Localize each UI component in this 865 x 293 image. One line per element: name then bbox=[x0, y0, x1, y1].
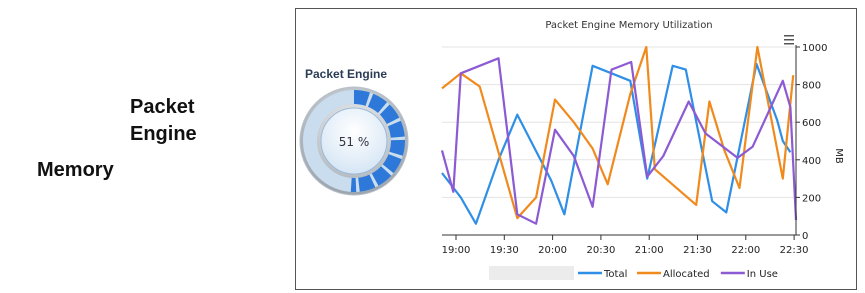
x-tick-label: 19:00 bbox=[442, 245, 471, 256]
x-tick-label: 20:00 bbox=[538, 245, 567, 256]
legend-label[interactable]: In Use bbox=[747, 269, 778, 280]
legend-label[interactable]: Total bbox=[603, 269, 627, 280]
menu-lines-icon[interactable] bbox=[784, 35, 794, 45]
chart-title: Packet Engine Memory Utilization bbox=[545, 20, 712, 31]
x-tick-label: 22:30 bbox=[780, 245, 809, 256]
memory-line-chart: Packet Engine Memory Utilization 0 200 400… bbox=[440, 20, 844, 280]
section-title-line-3: Memory bbox=[37, 159, 114, 181]
series-line-total[interactable] bbox=[441, 62, 792, 225]
y-tick-label: 0 bbox=[802, 231, 808, 242]
series-line-allocated[interactable] bbox=[441, 45, 795, 220]
legend-label[interactable]: Allocated bbox=[663, 269, 710, 280]
x-axis: 19:00 19:30 20:00 20:30 21:00 21:30 22:00 22:30 bbox=[442, 234, 809, 256]
x-tick-label: 20:30 bbox=[586, 245, 615, 256]
x-tick-label: 19:30 bbox=[490, 245, 519, 256]
section-title-line-1: Packet bbox=[130, 96, 195, 118]
x-tick-label: 21:00 bbox=[635, 245, 664, 256]
legend-placeholder-bar bbox=[489, 266, 574, 280]
chart-legend: Total Allocated In Use bbox=[578, 269, 778, 280]
y-tick-label: 200 bbox=[802, 193, 821, 204]
y-axis: 0 200 400 600 800 1000 bbox=[795, 43, 827, 242]
y-tick-label: 1000 bbox=[802, 43, 827, 54]
y-tick-label: 600 bbox=[802, 118, 821, 129]
x-tick-label: 21:30 bbox=[683, 245, 712, 256]
y-axis-label: MB bbox=[833, 148, 844, 164]
x-tick-label: 22:00 bbox=[731, 245, 760, 256]
y-tick-label: 800 bbox=[802, 81, 821, 92]
y-tick-label: 400 bbox=[802, 156, 821, 167]
section-title-line-2: Engine bbox=[130, 123, 197, 145]
